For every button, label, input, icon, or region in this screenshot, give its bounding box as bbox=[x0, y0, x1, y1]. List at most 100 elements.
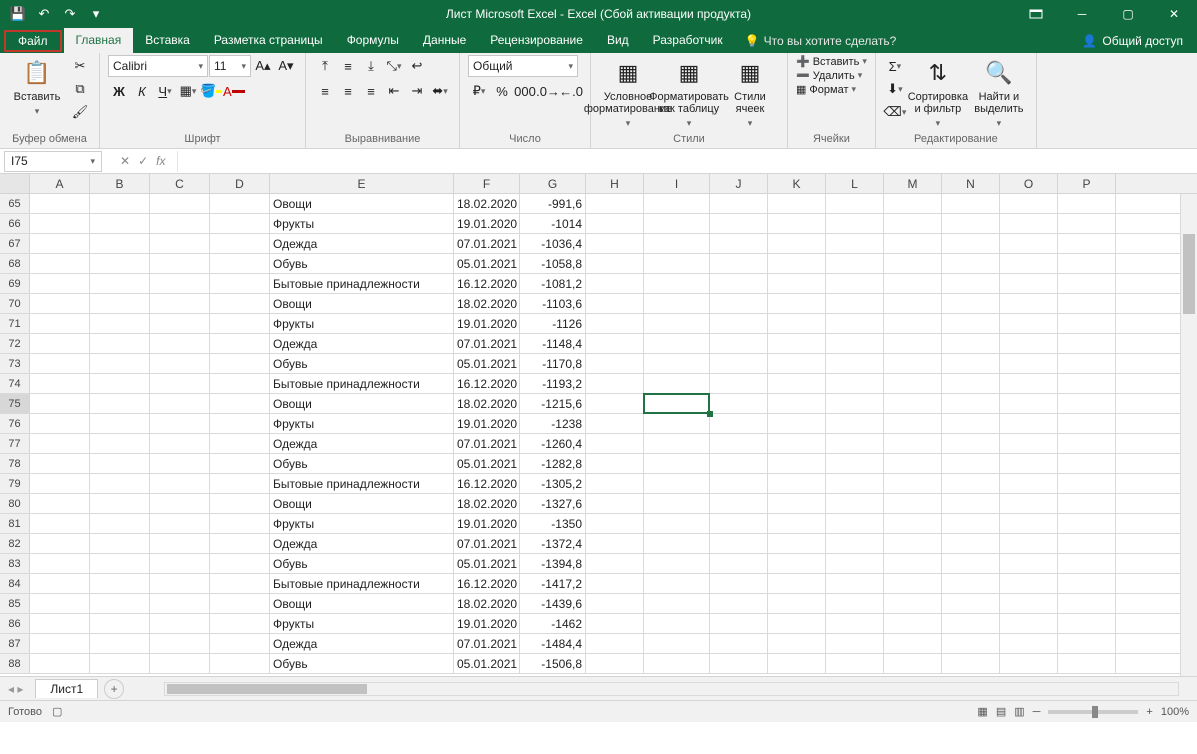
col-header-A[interactable]: A bbox=[30, 174, 90, 193]
cell[interactable] bbox=[210, 474, 270, 493]
formula-input[interactable] bbox=[177, 151, 1197, 172]
cell[interactable] bbox=[884, 494, 942, 513]
cell[interactable] bbox=[942, 334, 1000, 353]
table-row[interactable]: 85Овощи18.02.2020-1439,6 bbox=[0, 594, 1197, 614]
cell[interactable] bbox=[644, 334, 710, 353]
cell[interactable] bbox=[30, 534, 90, 553]
cell[interactable]: Фрукты bbox=[270, 214, 454, 233]
cell[interactable] bbox=[150, 234, 210, 253]
cell[interactable] bbox=[90, 334, 150, 353]
cell[interactable]: 18.02.2020 bbox=[454, 294, 520, 313]
cell[interactable] bbox=[150, 294, 210, 313]
insert-cells-button[interactable]: ➕Вставить▾ bbox=[796, 55, 867, 68]
cell[interactable] bbox=[884, 294, 942, 313]
cell[interactable] bbox=[884, 354, 942, 373]
increase-indent-icon[interactable]: ⇥ bbox=[406, 80, 428, 102]
cell[interactable]: -1417,2 bbox=[520, 574, 586, 593]
scroll-thumb[interactable] bbox=[167, 684, 367, 694]
cell[interactable]: 07.01.2021 bbox=[454, 534, 520, 553]
table-row[interactable]: 72Одежда07.01.2021-1148,4 bbox=[0, 334, 1197, 354]
cell[interactable] bbox=[210, 634, 270, 653]
font-color-icon[interactable]: A bbox=[223, 80, 245, 102]
cell[interactable] bbox=[826, 534, 884, 553]
cell[interactable] bbox=[884, 654, 942, 673]
row-header[interactable]: 66 bbox=[0, 214, 30, 233]
col-header-K[interactable]: K bbox=[768, 174, 826, 193]
format-as-table-button[interactable]: ▦Форматировать как таблицу▾ bbox=[660, 55, 718, 129]
cell[interactable] bbox=[644, 254, 710, 273]
cell[interactable] bbox=[90, 454, 150, 473]
col-header-O[interactable]: O bbox=[1000, 174, 1058, 193]
cell[interactable] bbox=[210, 334, 270, 353]
cell[interactable] bbox=[644, 594, 710, 613]
cell[interactable] bbox=[1058, 494, 1116, 513]
cell[interactable] bbox=[210, 534, 270, 553]
cell[interactable] bbox=[30, 514, 90, 533]
cell[interactable]: 19.01.2020 bbox=[454, 414, 520, 433]
cell[interactable]: -1462 bbox=[520, 614, 586, 633]
cell[interactable] bbox=[710, 354, 768, 373]
ribbon-display-icon[interactable] bbox=[1013, 0, 1059, 28]
cell[interactable] bbox=[826, 614, 884, 633]
cell[interactable] bbox=[1000, 374, 1058, 393]
table-row[interactable]: 71Фрукты19.01.2020-1126 bbox=[0, 314, 1197, 334]
vertical-scrollbar[interactable] bbox=[1180, 194, 1197, 676]
cell[interactable]: -1014 bbox=[520, 214, 586, 233]
table-row[interactable]: 73Обувь05.01.2021-1170,8 bbox=[0, 354, 1197, 374]
delete-cells-button[interactable]: ➖Удалить▾ bbox=[796, 69, 862, 82]
cell[interactable] bbox=[150, 434, 210, 453]
merge-cells-icon[interactable]: ⬌▾ bbox=[429, 80, 451, 102]
fill-color-icon[interactable]: 🪣 bbox=[200, 80, 222, 102]
cell[interactable] bbox=[90, 614, 150, 633]
cell[interactable]: -1148,4 bbox=[520, 334, 586, 353]
cell[interactable] bbox=[942, 354, 1000, 373]
cell[interactable] bbox=[90, 314, 150, 333]
cell[interactable] bbox=[586, 234, 644, 253]
cell[interactable] bbox=[90, 594, 150, 613]
sheet-nav[interactable]: ◂ ▸ bbox=[0, 682, 31, 696]
cell[interactable] bbox=[768, 614, 826, 633]
cell[interactable] bbox=[768, 294, 826, 313]
cell[interactable] bbox=[884, 394, 942, 413]
cell[interactable] bbox=[644, 234, 710, 253]
cell[interactable] bbox=[1058, 194, 1116, 213]
row-header[interactable]: 79 bbox=[0, 474, 30, 493]
macro-record-icon[interactable]: ▢ bbox=[52, 705, 62, 718]
col-header-F[interactable]: F bbox=[454, 174, 520, 193]
cell[interactable] bbox=[586, 494, 644, 513]
cell[interactable] bbox=[644, 634, 710, 653]
cell[interactable] bbox=[710, 374, 768, 393]
cell[interactable] bbox=[710, 574, 768, 593]
accept-formula-icon[interactable]: ✓ bbox=[138, 154, 148, 168]
cell[interactable] bbox=[1000, 474, 1058, 493]
cell[interactable]: -1081,2 bbox=[520, 274, 586, 293]
select-all-corner[interactable] bbox=[0, 174, 30, 193]
table-row[interactable]: 88Обувь05.01.2021-1506,8 bbox=[0, 654, 1197, 674]
cell[interactable] bbox=[586, 614, 644, 633]
cell[interactable] bbox=[210, 614, 270, 633]
cell[interactable]: -1327,6 bbox=[520, 494, 586, 513]
cell[interactable]: 07.01.2021 bbox=[454, 234, 520, 253]
cell[interactable] bbox=[210, 274, 270, 293]
cell[interactable] bbox=[30, 634, 90, 653]
cell[interactable] bbox=[710, 594, 768, 613]
cell[interactable] bbox=[710, 254, 768, 273]
cell[interactable] bbox=[884, 234, 942, 253]
cell[interactable] bbox=[644, 374, 710, 393]
cell[interactable] bbox=[644, 294, 710, 313]
cell[interactable]: 05.01.2021 bbox=[454, 254, 520, 273]
cell[interactable]: Фрукты bbox=[270, 314, 454, 333]
cell[interactable]: Овощи bbox=[270, 594, 454, 613]
row-header[interactable]: 73 bbox=[0, 354, 30, 373]
cell[interactable] bbox=[942, 534, 1000, 553]
cell[interactable] bbox=[942, 654, 1000, 673]
cell[interactable]: -1215,6 bbox=[520, 394, 586, 413]
cell[interactable] bbox=[710, 634, 768, 653]
row-header[interactable]: 88 bbox=[0, 654, 30, 673]
view-normal-icon[interactable]: ▦ bbox=[977, 705, 987, 718]
col-header-N[interactable]: N bbox=[942, 174, 1000, 193]
cell[interactable]: 07.01.2021 bbox=[454, 334, 520, 353]
cell[interactable]: Одежда bbox=[270, 234, 454, 253]
cell[interactable] bbox=[1000, 294, 1058, 313]
undo-icon[interactable]: ↶ bbox=[32, 2, 56, 26]
